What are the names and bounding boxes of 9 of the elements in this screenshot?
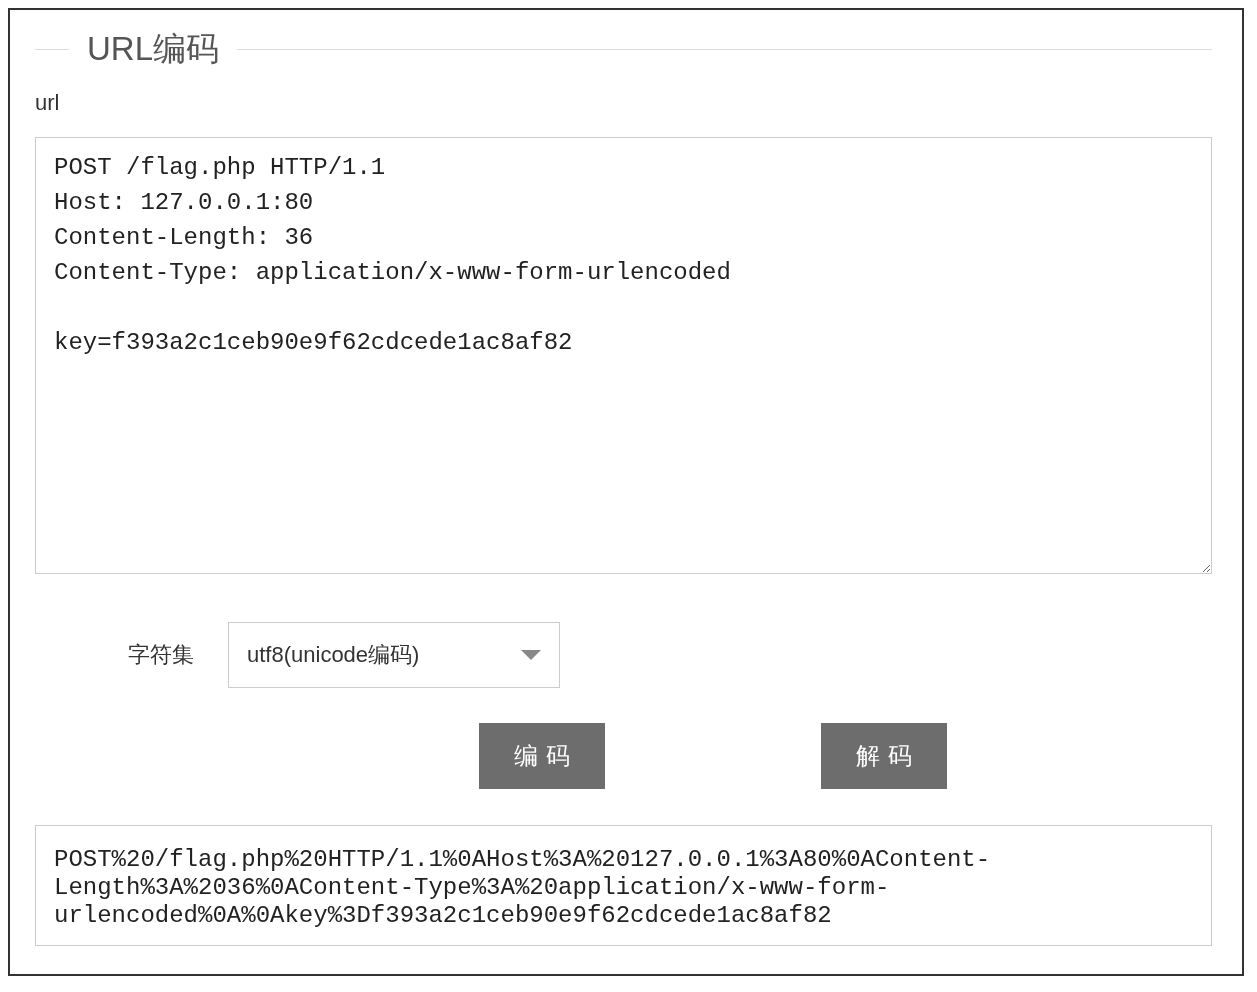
- action-button[interactable]: 编 码: [479, 723, 605, 789]
- caret-icon: [521, 650, 541, 660]
- field-label: url: [35, 90, 61, 117]
- charset-dropdown[interactable]: utf8(unicode编码): [228, 622, 560, 688]
- output-text: POST%20/flag.php%20HTTP/1.1%0AHost%3A%20127.0.0.1%3A80%0AContent-Length%3A%2036%0AContent-Type%3A%20application/x-www-form-urlencoded%0A%0Akey%3Df393a2c1ceb90e9f62cdcede1ac8af82: [35, 825, 1212, 946]
- url-input-field[interactable]: POST /flag.php HTTP/1.1 Host: 127.0.0.1:80 Content-Length: 36 Content-Type: application/x-www-form-urlencoded key=f393a2c1ceb90e9f62cdcede1ac8af82: [35, 137, 1212, 574]
- action-button[interactable]: 解 码: [821, 723, 947, 789]
- charset-label: 字符集: [128, 641, 195, 669]
- section-title: URL编码: [86, 28, 221, 69]
